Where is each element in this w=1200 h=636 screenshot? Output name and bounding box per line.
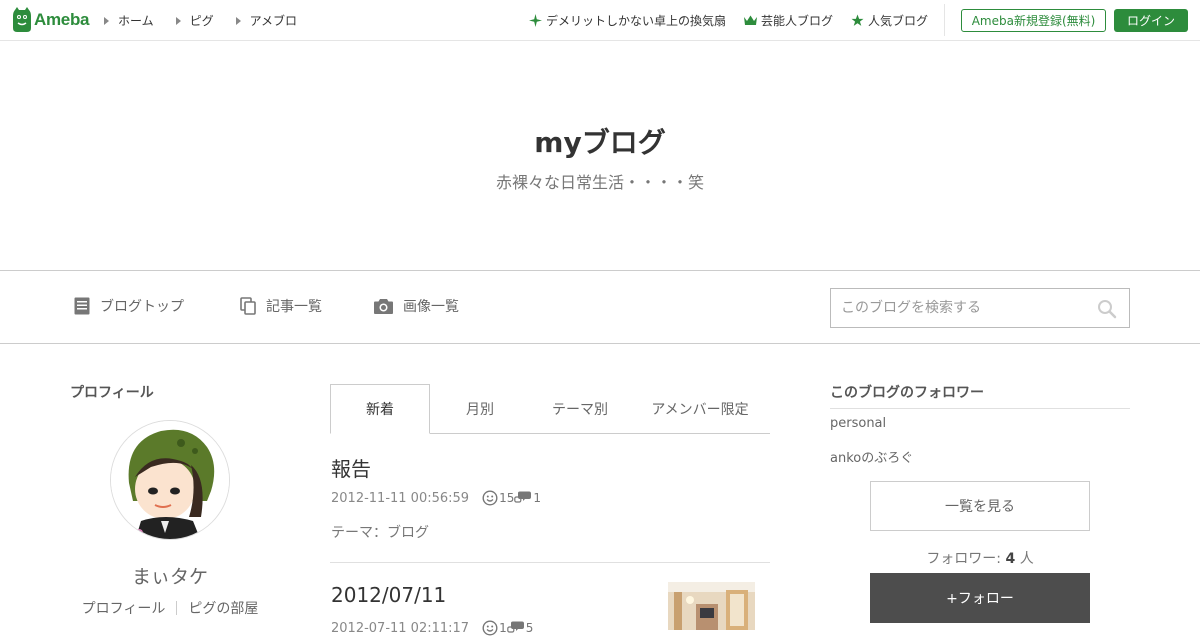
blog-header: myブログ 赤裸々な日常生活・・・・笑 (0, 41, 1200, 270)
subnav-blog-top-label: ブログトップ (100, 299, 184, 315)
like-count-value: 15 (499, 491, 515, 505)
entry-tabs: 新着 月別 テーマ別 アメンバー限定 (330, 384, 770, 434)
header-divider (944, 4, 945, 36)
tab-amember[interactable]: アメンバー限定 (630, 384, 770, 434)
blog-subnav: ブログトップ 記事一覧 画像一覧 (0, 270, 1200, 344)
comment-count-value: 1 (533, 491, 541, 505)
blog-description: 赤裸々な日常生活・・・・笑 (495, 173, 704, 192)
smile-icon (482, 620, 498, 636)
comment-count-value: 5 (525, 621, 534, 635)
follow-button[interactable]: +フォロー (870, 573, 1090, 623)
entry-datetime: 2012-11-11 00:56:59 (331, 490, 470, 506)
ameba-mascot-icon (13, 7, 31, 32)
comment-icon (506, 621, 524, 633)
followers-heading: このブログのフォロワー (830, 385, 984, 401)
entry-datetime: 2012-07-11 02:11:17 (331, 620, 470, 636)
logo-text: Ameba (34, 10, 90, 29)
blog-search-box (830, 288, 1130, 328)
nav-pigg[interactable]: ピグ (175, 12, 214, 29)
subnav-image-list-label: 画像一覧 (403, 299, 459, 315)
subnav-image-list[interactable]: 画像一覧 (374, 296, 459, 316)
crown-icon (743, 15, 757, 25)
follower-link[interactable]: ankoのぶろぐ (830, 447, 913, 466)
tab-latest[interactable]: 新着 (330, 384, 430, 434)
entry-theme[interactable]: テーマ：ブログ (331, 522, 429, 542)
follower-link[interactable]: personal (830, 416, 886, 431)
entry-meta: 2012-07-11 02:11:17 1 5 (331, 620, 533, 636)
camera-icon (374, 299, 393, 314)
follower-count-label: フォロワー: (926, 551, 1002, 567)
comment-count[interactable]: 1 (514, 491, 541, 505)
search-icon[interactable] (1097, 299, 1117, 319)
subnav-article-list-label: 記事一覧 (266, 299, 322, 315)
link-separator (176, 601, 178, 615)
blog-search-input[interactable] (841, 298, 1091, 318)
celebrity-blog-label: 芸能人ブログ (760, 14, 833, 28)
caret-right-icon (235, 16, 241, 25)
featured-topic-label: デメリットしかない卓上の換気扇 (545, 14, 726, 28)
entry-divider (330, 562, 770, 563)
nav-ameblo[interactable]: アメブロ (235, 12, 298, 29)
entry-title[interactable]: 2012/07/11 (331, 583, 446, 607)
profile-links: プロフィール ピグの部屋 (70, 598, 270, 618)
subnav-article-list[interactable]: 記事一覧 (240, 296, 322, 316)
nav-home[interactable]: ホーム (104, 12, 154, 29)
entry-thumbnail[interactable] (668, 582, 755, 630)
global-nav: ホーム ピグ アメブロ (104, 12, 319, 29)
avatar[interactable] (110, 420, 230, 540)
comment-count[interactable]: 5 (506, 621, 534, 635)
nav-ameblo-label: アメブロ (249, 14, 298, 28)
login-button[interactable]: ログイン (1114, 9, 1188, 32)
sparkle-icon (528, 14, 542, 27)
global-header: Ameba ホーム ピグ アメブロ デメリットしかない卓上の換気扇 芸能人ブログ… (0, 0, 1200, 41)
nav-home-label: ホーム (118, 14, 154, 28)
avatar-image (111, 421, 229, 539)
like-count-value: 1 (499, 621, 507, 635)
profile-heading: プロフィール (70, 385, 154, 401)
featured-links: デメリットしかない卓上の換気扇 芸能人ブログ 人気ブログ (511, 12, 928, 29)
follower-count: フォロワー: 4 人 (870, 548, 1090, 568)
popular-blog-link[interactable]: 人気ブログ (851, 12, 928, 29)
comment-icon (514, 491, 532, 503)
subnav-blog-top[interactable]: ブログトップ (74, 296, 184, 316)
pigg-room-link[interactable]: ピグの部屋 (188, 598, 258, 618)
tab-monthly[interactable]: 月別 (430, 384, 530, 434)
celebrity-blog-link[interactable]: 芸能人ブログ (743, 12, 833, 29)
document-icon (74, 297, 90, 315)
featured-topic-link[interactable]: デメリットしかない卓上の換気扇 (528, 12, 726, 29)
follower-count-unit: 人 (1019, 551, 1034, 567)
entry-thumbnail-image (668, 582, 755, 630)
nav-pigg-label: ピグ (189, 14, 214, 28)
star-icon (851, 14, 864, 26)
like-count[interactable]: 1 (482, 620, 507, 636)
like-count[interactable]: 15 (482, 490, 514, 506)
followers-divider (830, 408, 1130, 409)
caret-right-icon (175, 16, 181, 25)
follower-count-value: 4 (1005, 551, 1016, 567)
view-all-followers-button[interactable]: 一覧を見る (870, 481, 1090, 531)
profile-name[interactable]: まぃタケ (70, 562, 270, 589)
ameba-logo[interactable]: Ameba (12, 7, 89, 33)
caret-right-icon (104, 16, 109, 25)
register-button[interactable]: Ameba新規登録(無料) (961, 9, 1106, 32)
tab-theme[interactable]: テーマ別 (530, 384, 630, 434)
popular-blog-label: 人気ブログ (867, 14, 928, 28)
blog-title[interactable]: myブログ (0, 121, 1200, 161)
entry-title[interactable]: 報告 (331, 453, 371, 482)
entry-meta: 2012-11-11 00:56:59 15 1 (331, 490, 541, 506)
profile-link[interactable]: プロフィール (82, 598, 166, 618)
copy-icon (240, 297, 256, 315)
smile-icon (482, 490, 498, 506)
